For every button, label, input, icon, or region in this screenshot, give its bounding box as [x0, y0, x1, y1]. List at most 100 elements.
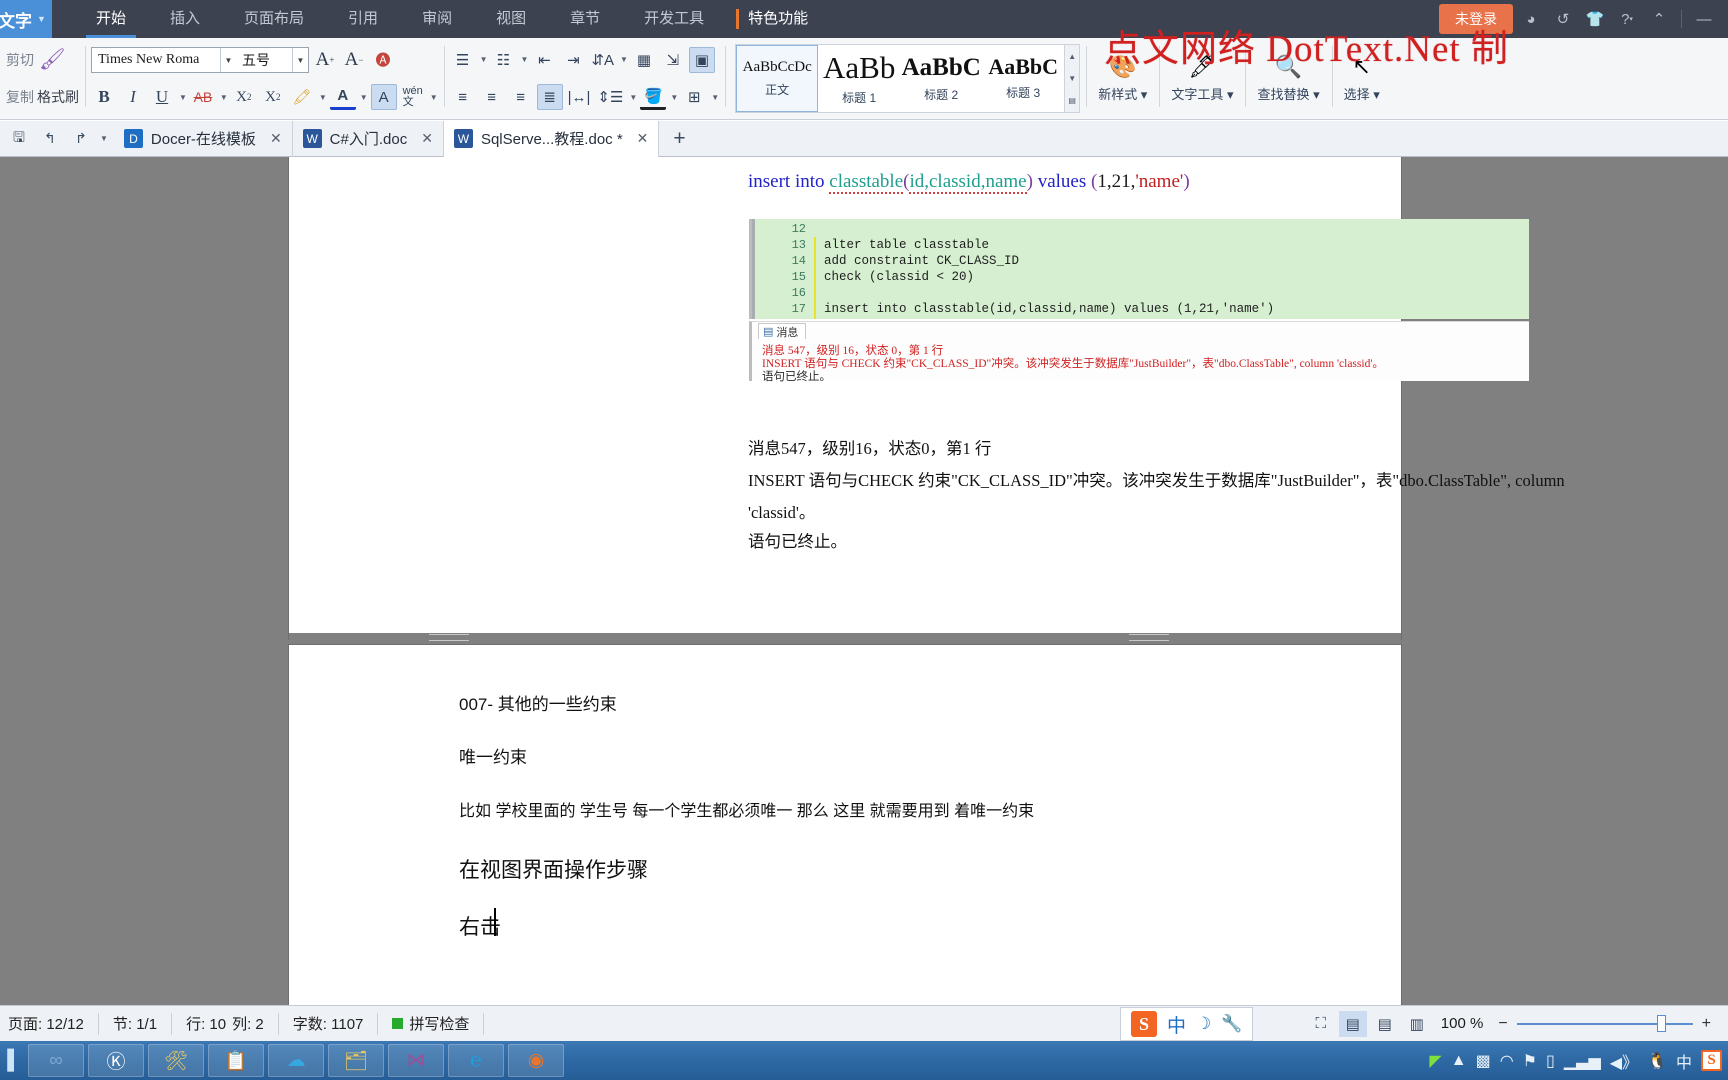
sync-icon[interactable]: ↺	[1549, 5, 1577, 33]
cut-button[interactable]: 剪切	[6, 50, 34, 70]
shading-dropdown-icon[interactable]: ▼	[670, 93, 678, 102]
ribbon-tool-text-tool-icon[interactable]: 🖋 文字工具 ▾	[1159, 38, 1245, 119]
zoom-out-button[interactable]: −	[1493, 1015, 1512, 1033]
underline-icon[interactable]: U	[149, 84, 175, 110]
bullet-list-dropdown-icon[interactable]: ▼	[480, 55, 488, 64]
borders-icon[interactable]: ⊞	[681, 84, 707, 110]
subscript-icon[interactable]: X2	[260, 84, 286, 110]
sogou-logo-icon[interactable]: S	[1131, 1011, 1157, 1037]
font-name-input[interactable]: Times New Roma	[92, 52, 220, 68]
skin-icon[interactable]: 👕	[1581, 5, 1609, 33]
save-icon[interactable]: 🖫	[6, 126, 32, 152]
styles-more-icon[interactable]: ▤	[1065, 90, 1079, 112]
ribbon-tool-new-style-icon[interactable]: 🎨 新样式 ▾	[1086, 38, 1159, 119]
ribbon-tab-1[interactable]: 插入	[148, 0, 222, 38]
styles-scroll-down-icon[interactable]: ▼	[1065, 67, 1079, 89]
taskbar-notepad-icon[interactable]: 📋	[208, 1044, 264, 1077]
document-canvas[interactable]: insert into classtable(id,classid,name) …	[0, 157, 1728, 1005]
ribbon-tab-4[interactable]: 审阅	[400, 0, 474, 38]
ribbon-tab-2[interactable]: 页面布局	[222, 0, 326, 38]
ime-toolbar[interactable]: S 中 ☽ 🔧	[1120, 1007, 1254, 1041]
numbered-list-icon[interactable]: ☷	[491, 47, 517, 73]
collapse-ribbon-icon[interactable]: ⌃	[1645, 5, 1673, 33]
document-tab-0[interactable]: D Docer-在线模板 ✕	[114, 120, 293, 157]
document-tab-1[interactable]: W C#入门.doc ✕	[293, 120, 444, 157]
style-item-2[interactable]: AaBbC 标题 2	[900, 45, 982, 112]
taskbar-infinity-icon[interactable]: ∞	[28, 1044, 84, 1077]
document-page-2[interactable]: 007- 其他的一些约束 唯一约束 比如 学校里面的 学生号 每一个学生都必须唯…	[289, 645, 1401, 1005]
style-item-3[interactable]: AaBbC 标题 3	[982, 45, 1064, 112]
minimize-icon[interactable]: —	[1690, 5, 1718, 33]
ribbon-tab-5[interactable]: 视图	[474, 0, 548, 38]
ribbon-tab-3[interactable]: 引用	[326, 0, 400, 38]
zoom-slider[interactable]	[1516, 1015, 1693, 1033]
shading-icon[interactable]: 🪣	[640, 84, 667, 111]
app-tray-icon[interactable]: ▩	[1476, 1051, 1491, 1071]
wrench-icon[interactable]: 🔧	[1221, 1014, 1242, 1034]
zoom-slider-handle[interactable]	[1656, 1015, 1666, 1032]
document-page-1[interactable]: insert into classtable(id,classid,name) …	[289, 157, 1565, 639]
bold-icon[interactable]: B	[91, 84, 117, 110]
status-page[interactable]: 页面: 12/12	[0, 1012, 99, 1035]
font-size-dropdown-icon[interactable]: ▼	[292, 47, 308, 72]
zoom-in-button[interactable]: +	[1697, 1015, 1716, 1033]
align-right-icon[interactable]: ≡	[508, 84, 534, 110]
paragraph-expand-icon[interactable]: ⇲	[660, 47, 686, 73]
shrink-font-icon[interactable]: A −	[341, 47, 367, 73]
style-item-0[interactable]: AaBbCcDc 正文	[736, 45, 819, 112]
chevron-down-icon[interactable]: ▼	[37, 14, 46, 24]
ribbon-tool-find-replace-icon[interactable]: 🔍 查找替换 ▾	[1245, 38, 1331, 119]
signal-icon[interactable]: ▁▃▅	[1564, 1051, 1601, 1071]
format-painter-icon[interactable]: 🖌	[37, 47, 68, 73]
font-color-icon[interactable]: A	[329, 84, 356, 111]
flag-icon[interactable]: ⚑	[1523, 1051, 1537, 1071]
format-painter-button[interactable]: 格式刷	[37, 87, 79, 107]
clear-format-icon[interactable]: 🅐	[370, 47, 396, 73]
customize-qat-icon[interactable]: ▼	[100, 134, 108, 143]
login-button[interactable]: 未登录	[1439, 4, 1513, 34]
status-word-count[interactable]: 字数: 1107	[279, 1012, 379, 1035]
ime-mode-label[interactable]: 中	[1167, 1011, 1186, 1038]
sogou-icon[interactable]: S	[1701, 1050, 1722, 1071]
ribbon-tab-6[interactable]: 章节	[548, 0, 622, 38]
highlight-dropdown-icon[interactable]: ▼	[319, 93, 327, 102]
paragraph-layout-icon[interactable]: ▣	[688, 46, 715, 73]
status-spellcheck[interactable]: 拼写检查	[378, 1012, 485, 1035]
web-layout-icon[interactable]: ▤	[1371, 1011, 1399, 1037]
headset-icon[interactable]: ◠	[1500, 1051, 1514, 1071]
redo-icon[interactable]: ↱	[68, 126, 94, 152]
start-orb-icon[interactable]: ▌	[4, 1044, 24, 1077]
line-spacing-dropdown-icon[interactable]: ▼	[629, 93, 637, 102]
styles-scroll-up-icon[interactable]: ▲	[1065, 45, 1079, 67]
strikethrough-dropdown-icon[interactable]: ▼	[220, 93, 228, 102]
align-left-icon[interactable]: ≡	[450, 84, 476, 110]
volume-icon[interactable]: ◀》	[1610, 1049, 1638, 1073]
close-icon[interactable]: ✕	[637, 130, 649, 147]
print-layout-icon[interactable]: ▤	[1338, 1010, 1367, 1037]
sort-dropdown-icon[interactable]: ▼	[620, 55, 628, 64]
close-icon[interactable]: ✕	[421, 130, 433, 147]
styles-gallery-scroll[interactable]: ▲ ▼ ▤	[1064, 45, 1080, 112]
battery-icon[interactable]: ▯	[1546, 1051, 1555, 1071]
highlight-icon[interactable]: 🖍	[289, 84, 315, 110]
underline-dropdown-icon[interactable]: ▼	[179, 93, 187, 102]
status-section[interactable]: 节: 1/1	[99, 1012, 173, 1035]
italic-icon[interactable]: I	[120, 84, 146, 110]
status-line-column[interactable]: 行: 10 列: 2	[172, 1012, 279, 1035]
show-hidden-icons-icon[interactable]: ▲	[1451, 1052, 1467, 1070]
superscript-icon[interactable]: X2	[231, 84, 257, 110]
close-icon[interactable]: ✕	[270, 130, 282, 147]
numbered-list-dropdown-icon[interactable]: ▼	[521, 55, 529, 64]
copy-button[interactable]: 复制	[6, 87, 34, 107]
undo-icon[interactable]: ↰	[37, 126, 63, 152]
shield-icon[interactable]: ◕	[1517, 5, 1545, 33]
taskbar-firefox-icon[interactable]: ◉	[508, 1044, 564, 1077]
phonetic-guide-icon[interactable]: wén 文	[400, 84, 426, 110]
wifi-icon[interactable]: ◤	[1429, 1051, 1441, 1071]
document-tab-2[interactable]: W SqlServe...教程.doc * ✕	[443, 120, 660, 157]
character-shading-icon[interactable]: A	[370, 84, 397, 111]
phonetic-dropdown-icon[interactable]: ▼	[430, 93, 438, 102]
taskbar-internet-explorer-icon[interactable]: ℮	[448, 1044, 504, 1077]
taskbar-kugou-icon[interactable]: Ⓚ	[88, 1044, 144, 1077]
fullscreen-icon[interactable]: ⛶	[1307, 1011, 1335, 1037]
